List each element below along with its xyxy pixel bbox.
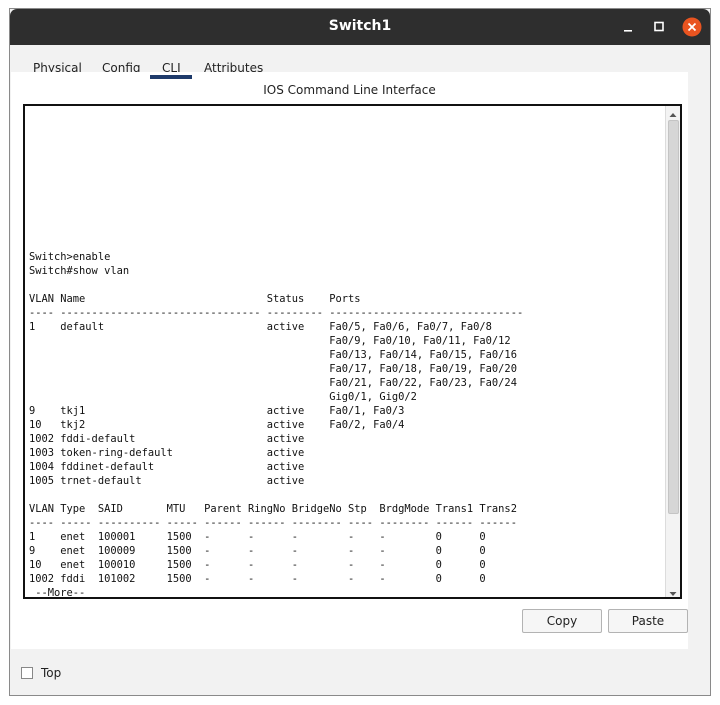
close-icon bbox=[682, 17, 702, 37]
scroll-up-arrow-icon[interactable] bbox=[666, 106, 680, 118]
terminal-line: Switch#show vlan bbox=[29, 265, 130, 277]
terminal-line: 1002 fddi-default active bbox=[29, 433, 305, 445]
paste-button[interactable]: Paste bbox=[608, 609, 688, 633]
close-button[interactable] bbox=[681, 16, 703, 38]
terminal-line: 1 enet 100001 1500 - - - - - 0 0 bbox=[29, 531, 486, 543]
top-checkbox[interactable] bbox=[21, 667, 33, 679]
terminal-line: ---- -------------------------------- --… bbox=[29, 307, 524, 319]
terminal-line: 1003 token-ring-default active bbox=[29, 447, 305, 459]
title-bar[interactable]: Switch1 bbox=[10, 9, 710, 45]
terminal-line: 1005 trnet-default active bbox=[29, 475, 305, 487]
terminal-line: Fa0/9, Fa0/10, Fa0/11, Fa0/12 bbox=[29, 335, 511, 347]
top-label: Top bbox=[41, 666, 62, 680]
terminal-line: 1002 fddi 101002 1500 - - - - - 0 0 bbox=[29, 573, 486, 585]
cli-terminal[interactable]: Switch>enable Switch#show vlan VLAN Name S… bbox=[23, 104, 682, 599]
maximize-button[interactable] bbox=[648, 16, 670, 38]
terminal-line: Switch>enable bbox=[29, 251, 111, 263]
terminal-line: --More-- bbox=[29, 587, 86, 599]
scroll-down-arrow-icon[interactable] bbox=[666, 585, 680, 597]
terminal-line: ---- ----- ---------- ----- ------ -----… bbox=[29, 517, 517, 529]
minimize-icon bbox=[624, 30, 632, 32]
terminal-line: Fa0/13, Fa0/14, Fa0/15, Fa0/16 bbox=[29, 349, 517, 361]
terminal-line: 10 enet 100010 1500 - - - - - 0 0 bbox=[29, 559, 486, 571]
terminal-line: 10 tkj2 active Fa0/2, Fa0/4 bbox=[29, 419, 405, 431]
active-tab-indicator bbox=[150, 75, 192, 79]
terminal-line: 1004 fddinet-default active bbox=[29, 461, 305, 473]
terminal-line: VLAN Type SAID MTU Parent RingNo BridgeN… bbox=[29, 503, 517, 515]
maximize-icon bbox=[654, 21, 664, 32]
terminal-scrollbar[interactable] bbox=[665, 106, 680, 597]
window-title: Switch1 bbox=[328, 18, 392, 34]
terminal-line: Fa0/21, Fa0/22, Fa0/23, Fa0/24 bbox=[29, 377, 517, 389]
terminal-output: Switch>enable Switch#show vlan VLAN Name S… bbox=[29, 110, 659, 599]
scroll-thumb[interactable] bbox=[668, 120, 679, 514]
minimize-button[interactable] bbox=[617, 16, 639, 38]
terminal-line: 9 tkj1 active Fa0/1, Fa0/3 bbox=[29, 405, 405, 417]
terminal-line: Gig0/1, Gig0/2 bbox=[29, 391, 417, 403]
copy-button[interactable]: Copy bbox=[522, 609, 602, 633]
terminal-line: 9 enet 100009 1500 - - - - - 0 0 bbox=[29, 545, 486, 557]
terminal-line: VLAN Name Status Ports bbox=[29, 293, 361, 305]
terminal-line: 1 default active Fa0/5, Fa0/6, Fa0/7, Fa… bbox=[29, 321, 492, 333]
terminal-line: Fa0/17, Fa0/18, Fa0/19, Fa0/20 bbox=[29, 363, 517, 375]
cli-caption: IOS Command Line Interface bbox=[263, 83, 436, 97]
